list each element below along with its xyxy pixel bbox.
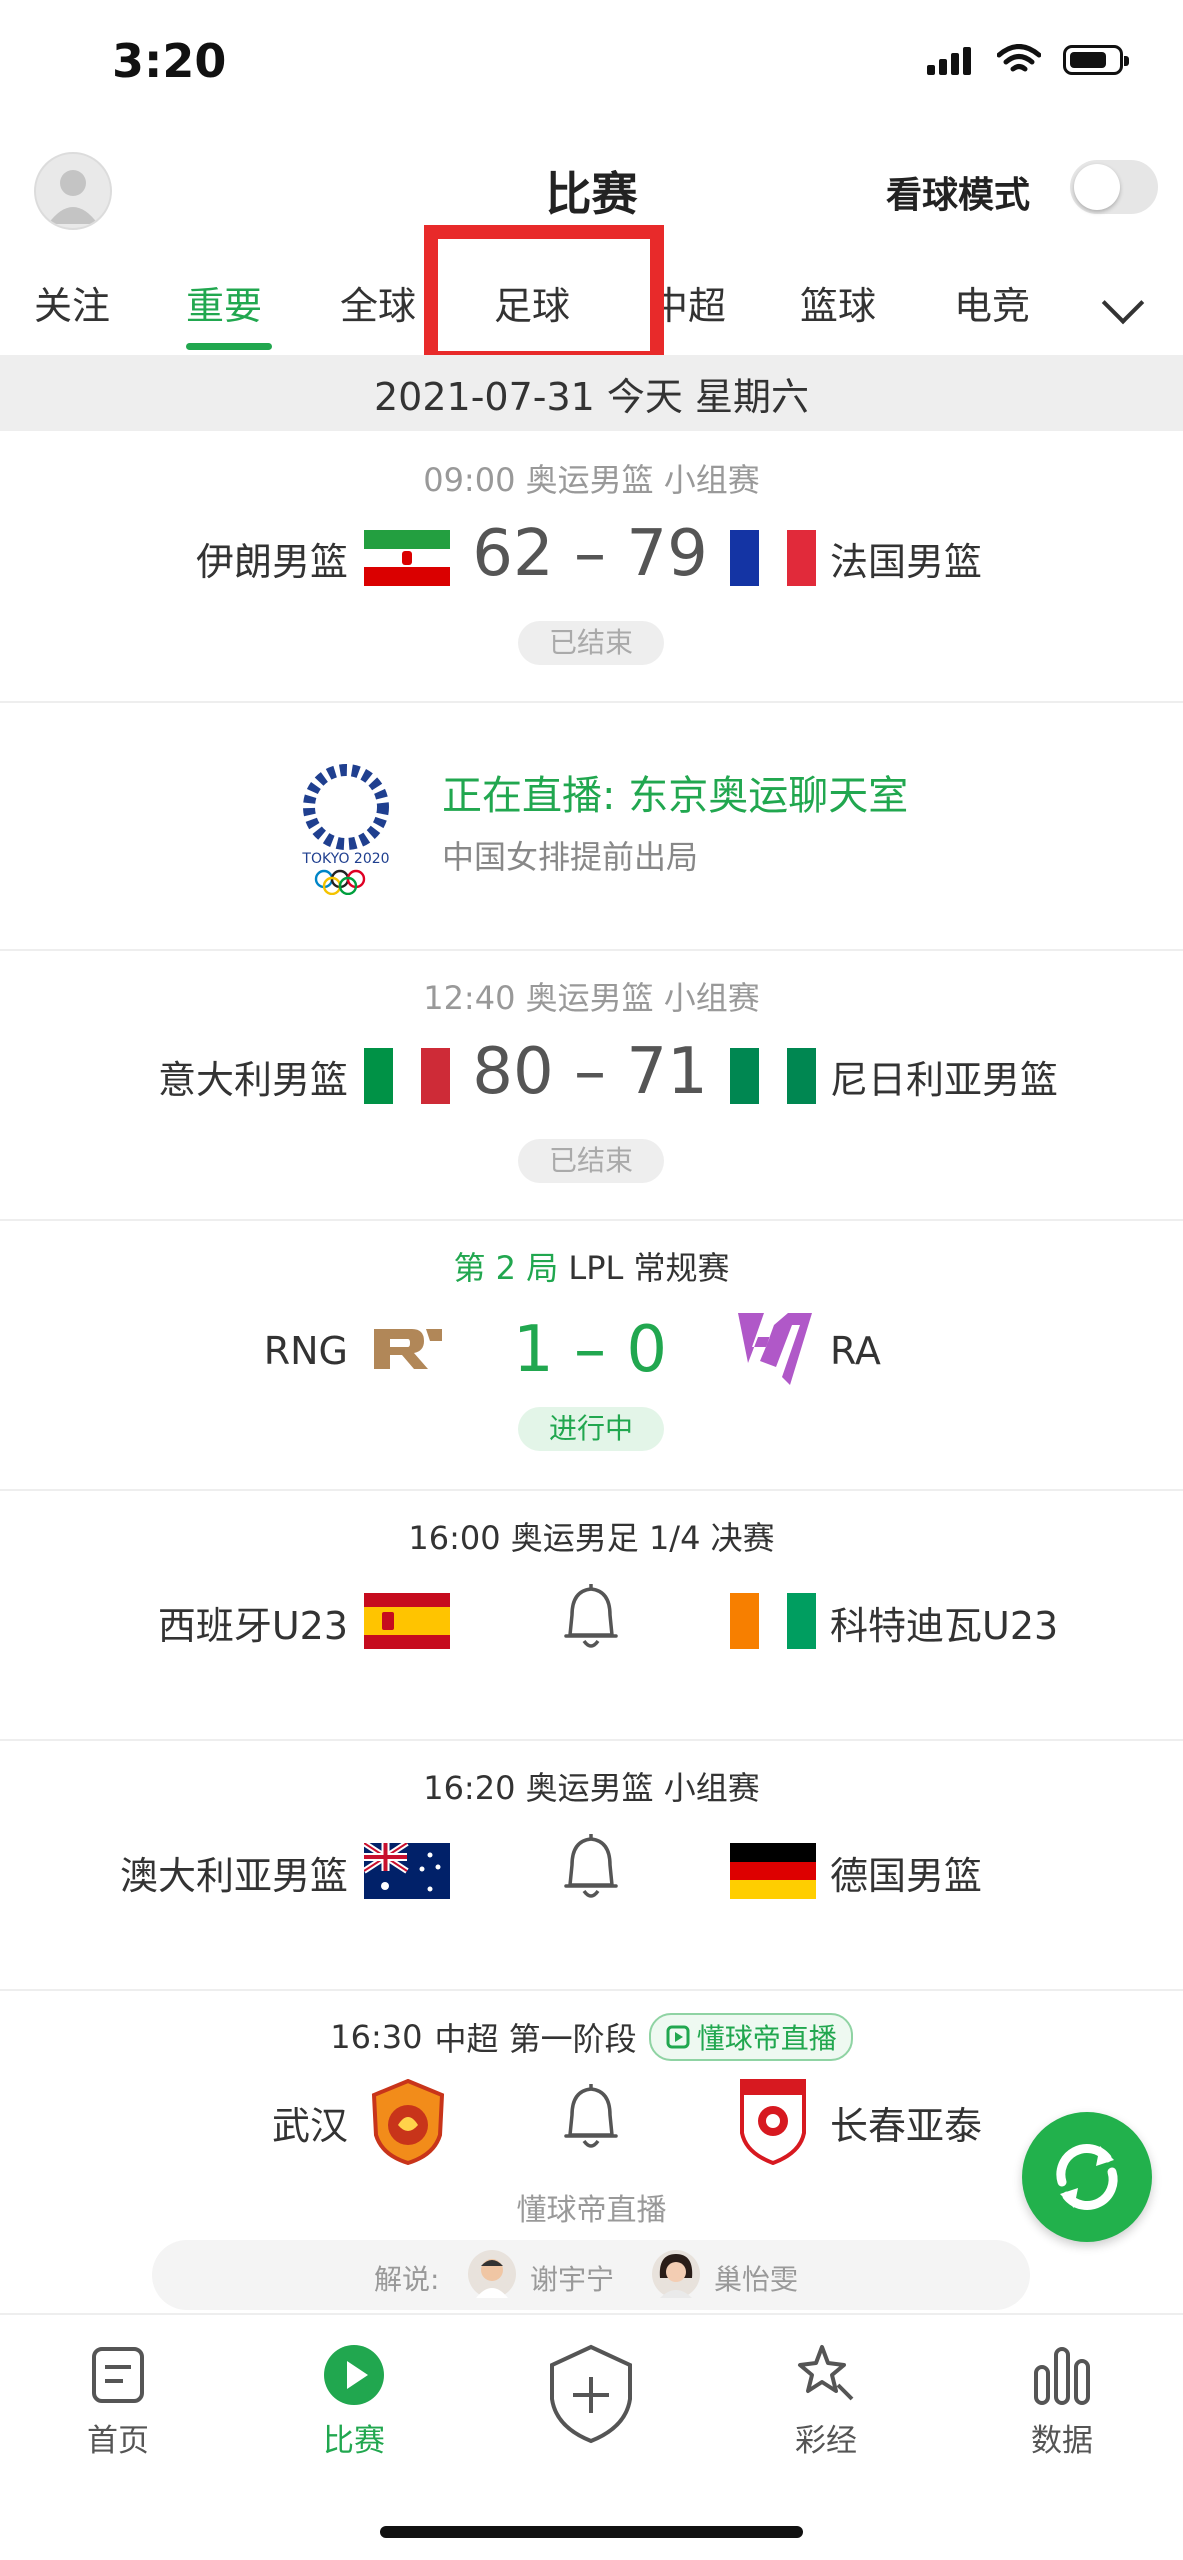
tab-follow[interactable]: 关注 xyxy=(34,275,110,330)
tab-basketball[interactable]: 篮球 xyxy=(800,275,876,330)
france-flag-icon xyxy=(730,530,816,586)
battery-icon xyxy=(1063,45,1129,75)
match-card[interactable]: 第 2 局 LPL 常规赛 RNG 1 – 0 RA 进行中 xyxy=(0,1219,1183,1491)
data-chart-icon[interactable] xyxy=(1030,2343,1094,2407)
iran-flag-icon xyxy=(364,530,450,586)
bell-icon[interactable] xyxy=(558,2083,624,2155)
home-team: 意大利男篮 xyxy=(157,1058,348,1102)
match-score: 1 – 0 xyxy=(512,1313,668,1387)
away-team: 法国男篮 xyxy=(830,540,983,584)
tab-important[interactable]: 重要 xyxy=(186,275,262,330)
away-team: 尼日利亚男篮 xyxy=(830,1058,1059,1102)
home-indicator xyxy=(380,2526,803,2538)
match-meta: 第 2 局 LPL 常规赛 xyxy=(453,1249,730,1287)
status-time: 3:20 xyxy=(112,34,227,88)
live-badge: 懂球帝直播 xyxy=(648,2013,853,2061)
commentator-avatar xyxy=(468,2250,516,2298)
date-label: 2021-07-31 今天 星期六 xyxy=(374,375,809,419)
away-team: 科特迪瓦U23 xyxy=(830,1604,1059,1648)
home-icon[interactable] xyxy=(90,2345,146,2405)
tab-esports[interactable]: 电竞 xyxy=(954,275,1030,330)
changchun-club-logo xyxy=(740,2079,806,2165)
nav-data[interactable]: 数据 xyxy=(982,2415,1142,2460)
status-badge: 已结束 xyxy=(518,1139,664,1183)
match-score: 80 – 71 xyxy=(472,1035,708,1109)
status-badge: 已结束 xyxy=(518,621,664,665)
spain-flag-icon xyxy=(364,1593,450,1649)
commentary-label: 解说: xyxy=(374,2263,440,2296)
banner-title[interactable]: 正在直播: 东京奥运聊天室 xyxy=(442,763,908,821)
shield-plus-icon[interactable] xyxy=(546,2343,636,2445)
match-meta: 16:00 奥运男足 1/4 决赛 xyxy=(408,1519,775,1557)
nav-home[interactable]: 首页 xyxy=(38,2415,198,2460)
away-team: 德国男篮 xyxy=(830,1854,983,1898)
wuhan-club-logo xyxy=(371,2079,445,2165)
wifi-icon xyxy=(997,44,1041,72)
lottery-icon[interactable] xyxy=(792,2341,858,2405)
broadcast-label: 懂球帝直播 xyxy=(516,2193,667,2228)
nav-match[interactable]: 比赛 xyxy=(274,2415,434,2460)
tab-global[interactable]: 全球 xyxy=(340,275,416,330)
chevron-down-icon[interactable] xyxy=(1101,281,1145,325)
live-banner[interactable]: TOKYO 2020 xyxy=(0,701,1183,951)
live-play-icon xyxy=(666,2025,690,2049)
nav-lottery[interactable]: 彩经 xyxy=(746,2415,906,2460)
match-play-icon[interactable] xyxy=(322,2343,386,2407)
bell-icon[interactable] xyxy=(558,1583,624,1655)
commentator-name: 巢怡雯 xyxy=(714,2263,799,2296)
refresh-icon xyxy=(1056,2144,1118,2210)
refresh-button[interactable] xyxy=(1022,2112,1152,2242)
match-card[interactable]: 09:00 奥运男篮 小组赛 伊朗男篮 62 – 79 法国男篮 已结束 xyxy=(0,431,1183,703)
match-score: 62 – 79 xyxy=(472,517,708,591)
match-card[interactable]: 16:00 奥运男足 1/4 决赛 西班牙U23 科特迪瓦U23 xyxy=(0,1489,1183,1741)
home-team: 澳大利亚男篮 xyxy=(119,1854,348,1898)
match-meta: 09:00 奥运男篮 小组赛 xyxy=(423,461,760,499)
home-team: RNG xyxy=(263,1329,348,1373)
away-team: 长春亚泰 xyxy=(830,2104,983,2148)
australia-flag-icon xyxy=(364,1843,450,1899)
rng-logo-icon xyxy=(374,1329,442,1369)
signal-icon xyxy=(927,45,975,75)
italy-flag-icon xyxy=(364,1048,450,1104)
active-tab-indicator xyxy=(186,343,272,350)
bottom-nav: 首页 比赛 彩经 数据 xyxy=(0,2313,1183,2560)
match-card[interactable]: 12:40 奥运男篮 小组赛 意大利男篮 80 – 71 尼日利亚男篮 已结束 xyxy=(0,949,1183,1221)
bell-icon[interactable] xyxy=(558,1833,624,1905)
highlight-box xyxy=(424,225,664,365)
banner-subtitle: 中国女排提前出局 xyxy=(442,838,699,876)
match-meta: 12:40 奥运男篮 小组赛 xyxy=(423,979,760,1017)
watch-mode-toggle[interactable] xyxy=(1070,160,1158,214)
home-team: 西班牙U23 xyxy=(157,1604,348,1648)
ivory-coast-flag-icon xyxy=(730,1593,816,1649)
commentator-name: 谢宇宁 xyxy=(530,2263,615,2296)
watch-mode-label: 看球模式 xyxy=(886,175,1031,216)
match-card[interactable]: 16:20 奥运男篮 小组赛 澳大利亚男篮 德国男篮 xyxy=(0,1739,1183,1991)
status-icons xyxy=(927,44,1129,76)
match-meta: 16:20 奥运男篮 小组赛 xyxy=(423,1769,760,1807)
ra-logo-icon xyxy=(738,1313,812,1385)
match-meta: 16:30 中超 第一阶段 懂球帝直播 xyxy=(0,2013,1183,2061)
status-badge: 进行中 xyxy=(518,1407,664,1451)
germany-flag-icon xyxy=(730,1843,816,1899)
home-team: 伊朗男篮 xyxy=(195,540,348,584)
commentator-avatar xyxy=(652,2250,700,2298)
home-team: 武汉 xyxy=(271,2104,348,2148)
nigeria-flag-icon xyxy=(730,1048,816,1104)
tokyo-2020-logo: TOKYO 2020 xyxy=(301,764,390,895)
svg-text:TOKYO 2020: TOKYO 2020 xyxy=(301,851,389,867)
away-team: RA xyxy=(830,1329,881,1373)
